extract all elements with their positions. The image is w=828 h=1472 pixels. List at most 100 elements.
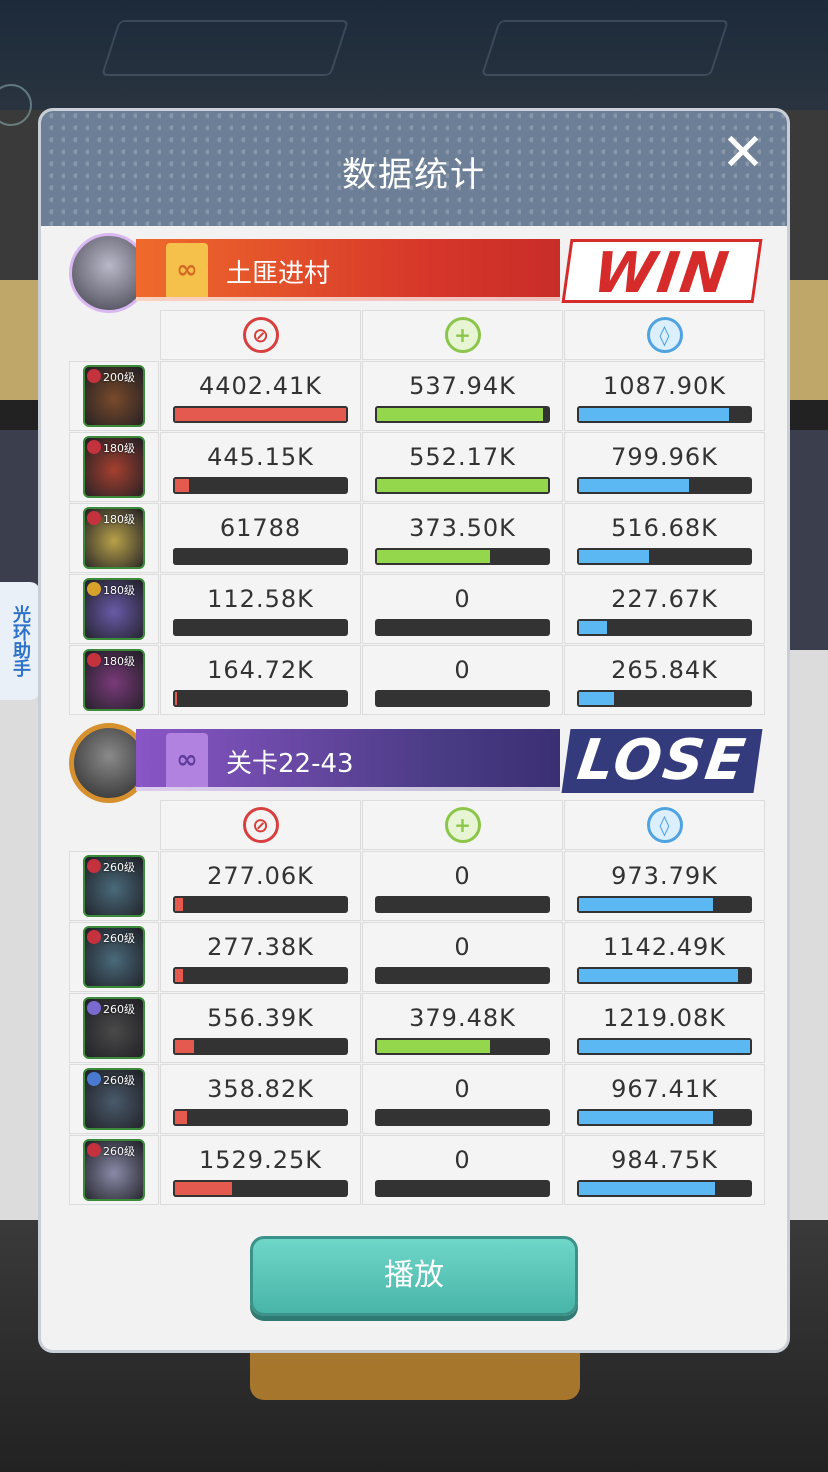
stat-icon-row: ⊘ + ◊ [160,310,766,360]
heal-cell: 0 [362,1064,563,1134]
stat-icon-row: ⊘ + ◊ [160,800,766,850]
play-button[interactable]: 播放 [250,1236,578,1316]
heal-value: 0 [454,1146,471,1174]
hero-portrait[interactable]: 200级 [83,365,145,427]
defense-value: 1087.90K [603,372,726,400]
hero-level: 180级 [103,513,135,526]
heal-icon: + [444,807,481,843]
damage-cell: 4402.41K [160,361,361,431]
heal-bar [375,1109,550,1126]
defense-value: 973.79K [611,862,718,890]
damage-bar-fill [173,967,186,984]
damage-bar-fill [173,1038,196,1055]
damage-cell: 112.58K [160,574,361,644]
damage-bar-fill [173,1180,235,1197]
close-icon[interactable]: ✕ [721,127,765,179]
portrait-cell: 260级 [69,993,159,1063]
portrait-cell: 180级 [69,645,159,715]
defense-bar-fill [577,690,616,707]
faction-badge-icon [87,582,101,596]
hero-stat-row: 180级 112.58K 0 227.67K [69,574,766,645]
heal-cell: 0 [362,1135,563,1205]
hero-level: 260级 [103,1145,135,1158]
defense-value: 1219.08K [603,1004,726,1032]
damage-cell: 277.06K [160,851,361,921]
hero-level: 180级 [103,442,135,455]
defense-bar [577,548,752,565]
damage-bar-fill [173,548,177,565]
faction-badge-icon [87,1001,101,1015]
hero-stat-row: 260级 358.82K 0 967.41K [69,1064,766,1135]
defense-value: 799.96K [611,443,718,471]
faction-badge-icon [87,440,101,454]
heal-bar [375,548,550,565]
defense-bar-fill [577,406,731,423]
portrait-cell: 180级 [69,503,159,573]
defense-bar-fill [577,548,651,565]
heal-value: 0 [454,1075,471,1103]
defense-value: 265.84K [611,656,718,684]
portrait-cell: 180级 [69,574,159,644]
hero-portrait[interactable]: 180级 [83,649,145,711]
heal-bar [375,690,550,707]
heal-bar-fill [375,548,493,565]
heal-value: 379.48K [409,1004,516,1032]
defense-value: 967.41K [611,1075,718,1103]
heal-value: 0 [454,585,471,613]
hero-portrait[interactable]: 180级 [83,507,145,569]
heal-cell: 0 [362,574,563,644]
damage-bar [173,690,348,707]
defense-value: 227.67K [611,585,718,613]
heal-value: 537.94K [409,372,516,400]
hero-portrait[interactable]: 260级 [83,997,145,1059]
hero-portrait[interactable]: 260级 [83,1068,145,1130]
damage-bar-fill [173,690,180,707]
defense-cell: 227.67K [564,574,765,644]
defense-cell: 1142.49K [564,922,765,992]
faction-badge-icon [87,653,101,667]
heal-icon: + [444,317,481,353]
defense-bar-fill [577,1180,717,1197]
damage-bar [173,619,348,636]
hero-portrait[interactable]: 180级 [83,578,145,640]
damage-bar-fill [173,619,178,636]
defense-value: 516.68K [611,514,718,542]
hero-portrait[interactable]: 180级 [83,436,145,498]
heal-value: 0 [454,656,471,684]
defense-bar [577,477,752,494]
damage-cell: 277.38K [160,922,361,992]
heal-value: 0 [454,862,471,890]
faction-badge-icon [87,930,101,944]
damage-value: 112.58K [207,585,314,613]
damage-value: 556.39K [207,1004,314,1032]
side-helper-button[interactable]: 光环助手 [0,582,40,700]
heal-value: 0 [454,933,471,961]
defense-bar [577,690,752,707]
defense-icon: ◊ [646,807,683,843]
hero-stat-row: 180级 445.15K 552.17K 799.96K [69,432,766,503]
heal-bar [375,1180,550,1197]
hero-portrait[interactable]: 260级 [83,926,145,988]
defense-bar [577,406,752,423]
defense-bar-fill [577,619,609,636]
hero-level: 260级 [103,1003,135,1016]
hero-level: 180级 [103,655,135,668]
result-win-badge: WIN [561,239,763,306]
hero-stat-row: 260级 277.06K 0 973.79K [69,851,766,922]
damage-value: 164.72K [207,656,314,684]
heal-bar [375,896,550,913]
hero-portrait[interactable]: 260级 [83,1139,145,1201]
heal-bar [375,477,550,494]
team-name: 关卡22-43 [226,749,354,779]
defense-cell: 973.79K [564,851,765,921]
damage-icon: ⊘ [242,807,279,843]
defense-cell: 265.84K [564,645,765,715]
hero-portrait[interactable]: 260级 [83,855,145,917]
defense-bar-fill [577,967,740,984]
defense-cell: 799.96K [564,432,765,502]
heal-cell: 0 [362,851,563,921]
team-emblem-icon: ∞ [166,243,208,297]
damage-bar [173,1038,348,1055]
heal-cell: 537.94K [362,361,563,431]
damage-value: 4402.41K [199,372,322,400]
